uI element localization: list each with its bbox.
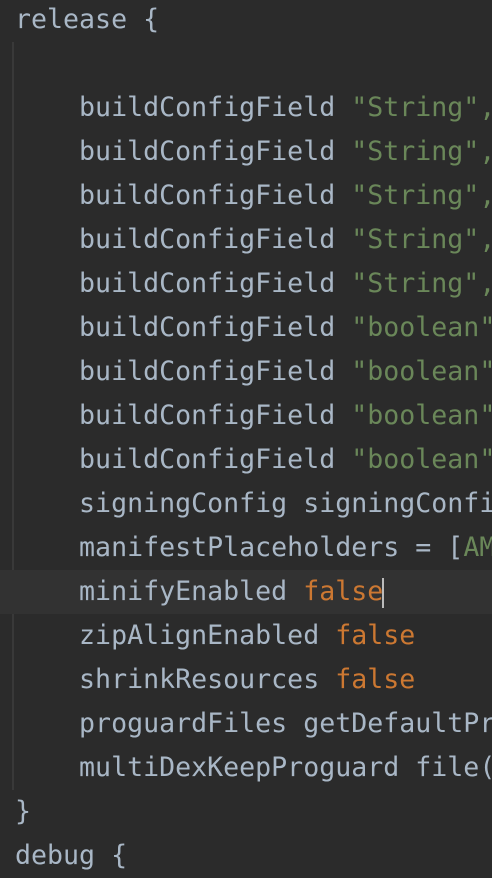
code-line[interactable]: } <box>0 790 492 834</box>
code-line[interactable]: buildConfigField "boolean" <box>0 394 492 438</box>
keyword-literal: false <box>303 576 384 607</box>
string-literal: "String", <box>351 92 492 123</box>
string-literal: "boolean" <box>351 400 492 431</box>
code-line[interactable]: buildConfigField "String", <box>0 130 492 174</box>
code-text: } <box>15 796 32 827</box>
string-literal: "boolean" <box>351 312 492 343</box>
code-line[interactable]: signingConfig signingConfi <box>0 482 492 526</box>
code-line[interactable] <box>0 42 492 86</box>
code-line[interactable]: proguardFiles getDefaultPr <box>0 702 492 746</box>
code-text: buildConfigField <box>79 400 352 431</box>
string-literal: "String", <box>351 180 492 211</box>
code-line[interactable]: multiDexKeepProguard file( <box>0 746 492 790</box>
code-text: buildConfigField <box>79 356 352 387</box>
code-text: buildConfigField <box>79 312 352 343</box>
code-text: buildConfigField <box>79 180 352 211</box>
code-text: buildConfigField <box>79 444 352 475</box>
code-line[interactable]: buildConfigField "String", <box>0 174 492 218</box>
code-text: buildConfigField <box>79 224 352 255</box>
string-literal: "String", <box>351 224 492 255</box>
code-line[interactable]: buildConfigField "boolean" <box>0 350 492 394</box>
code-text: minifyEnabled <box>79 576 304 607</box>
code-editor[interactable]: release { buildConfigField "String", bui… <box>0 0 492 871</box>
code-text: proguardFiles getDefaultPr <box>79 708 492 739</box>
string-literal: "String", <box>351 268 492 299</box>
code-text: manifestPlaceholders = [ <box>79 532 464 563</box>
code-text: buildConfigField <box>79 92 352 123</box>
code-line[interactable]: buildConfigField "String", <box>0 218 492 262</box>
text-cursor <box>382 577 385 608</box>
code-line[interactable]: buildConfigField "String", <box>0 262 492 306</box>
code-text: buildConfigField <box>79 136 352 167</box>
keyword-literal: false <box>335 664 416 695</box>
code-line[interactable]: buildConfigField "boolean" <box>0 438 492 482</box>
string-literal: AM <box>463 532 492 563</box>
string-literal: "boolean" <box>351 356 492 387</box>
code-line-current[interactable]: minifyEnabled false <box>0 570 492 614</box>
code-line[interactable]: zipAlignEnabled false <box>0 614 492 658</box>
code-line[interactable]: buildConfigField "String", <box>0 86 492 130</box>
code-text: buildConfigField <box>79 268 352 299</box>
code-line[interactable]: buildConfigField "boolean" <box>0 306 492 350</box>
code-line[interactable]: debug { <box>0 834 492 878</box>
keyword-literal: false <box>335 620 416 651</box>
string-literal: "String", <box>351 136 492 167</box>
string-literal: "boolean" <box>351 444 492 475</box>
code-text: release { <box>15 4 160 35</box>
code-text: shrinkResources <box>79 664 336 695</box>
code-text: debug { <box>15 840 128 871</box>
code-line[interactable]: release { <box>0 0 492 42</box>
code-text: zipAlignEnabled <box>79 620 336 651</box>
code-text: multiDexKeepProguard file( <box>79 752 492 783</box>
code-line[interactable]: shrinkResources false <box>0 658 492 702</box>
code-text: signingConfig signingConfi <box>79 488 492 519</box>
code-line[interactable]: manifestPlaceholders = [AM <box>0 526 492 570</box>
